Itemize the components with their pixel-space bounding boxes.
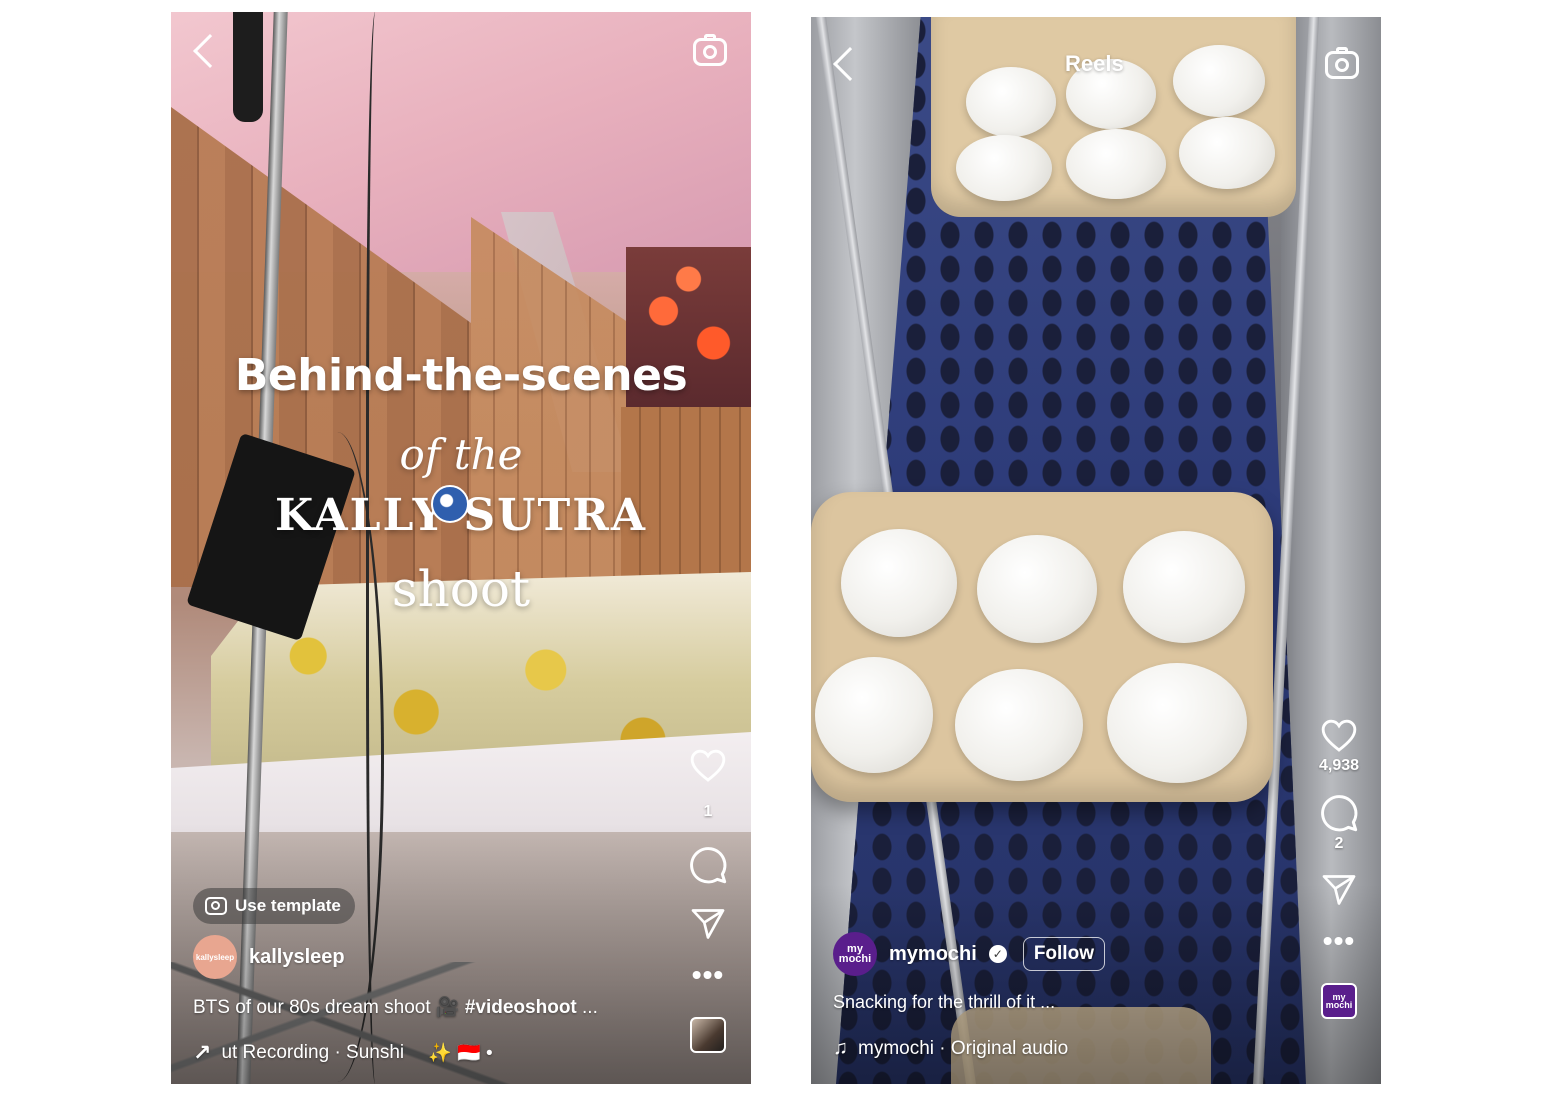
send-icon[interactable] <box>690 907 726 941</box>
caption-more[interactable]: ... <box>577 997 598 1018</box>
audio-thumbnail[interactable] <box>690 1017 726 1053</box>
audio-extras: ✨ 🇮🇩 • <box>428 1043 493 1064</box>
scene-mochi <box>977 535 1097 643</box>
like-count: 1 <box>703 803 713 820</box>
scene-mochi <box>1173 45 1265 117</box>
scene-mochi <box>1179 117 1275 189</box>
heart-icon[interactable] <box>1320 717 1358 753</box>
overlay-title-line2: of the <box>399 430 523 479</box>
avatar[interactable]: kallysleep <box>193 935 237 979</box>
overlay-title-line1: Behind-the-scenes <box>234 350 688 401</box>
more-icon[interactable]: ••• <box>692 961 724 989</box>
comment-icon[interactable] <box>688 845 728 885</box>
audio-text: ut Recording · Sunshi <box>221 1042 405 1063</box>
scene-mochi <box>1123 531 1245 643</box>
verified-icon: ✓ <box>988 945 1007 963</box>
camera-icon <box>205 897 227 915</box>
use-template-label: Use template <box>235 896 341 915</box>
comment-count: 2 <box>1334 835 1344 852</box>
audio-text: mymochi · Original audio <box>858 1037 1069 1059</box>
username[interactable]: mymochi <box>889 943 977 966</box>
action-rail: 4,938 2 ••• my mochi <box>1309 717 1369 1019</box>
audio-thumbnail[interactable]: my mochi <box>1321 983 1357 1019</box>
audio-row[interactable]: ♫ mymochi · Original audio <box>833 1037 1068 1060</box>
arrow-up-right-icon: ↗ <box>193 1040 212 1065</box>
scene-mochi <box>1066 129 1166 199</box>
page-title: Reels <box>1065 51 1124 76</box>
use-template-button[interactable]: Use template <box>193 888 355 924</box>
scene-mochi <box>966 67 1056 137</box>
audio-row[interactable]: ↗ ut Recording · Sunshi ✨ 🇮🇩 • <box>193 1040 493 1066</box>
camera-icon[interactable] <box>1325 47 1359 79</box>
username[interactable]: kallysleep <box>249 946 345 969</box>
overlay-title-line4: shoot <box>391 560 531 618</box>
scene-mochi <box>955 669 1083 781</box>
moon-badge-icon <box>431 485 469 523</box>
send-icon[interactable] <box>1321 873 1357 907</box>
scene-clamp <box>233 12 263 122</box>
comment-icon[interactable] <box>1319 793 1359 833</box>
follow-button[interactable]: Follow <box>1022 937 1105 971</box>
more-icon[interactable]: ••• <box>1323 927 1355 955</box>
reel-screen-left: Behind-the-scenes of the KALLY SUTRA sho… <box>171 12 751 1084</box>
music-note-icon: ♫ <box>833 1037 848 1059</box>
author-row: my mochi mymochi ✓ Follow <box>833 932 1105 976</box>
caption[interactable]: BTS of our 80s dream shoot 🎥 #videoshoot… <box>193 995 598 1019</box>
scene-mochi <box>815 657 933 773</box>
avatar[interactable]: my mochi <box>833 932 877 976</box>
scene-mochi <box>1107 663 1247 783</box>
scene-mochi <box>841 529 957 637</box>
author-row: kallysleep kallysleep <box>193 935 345 979</box>
caption-hashtag[interactable]: #videoshoot <box>465 997 577 1018</box>
heart-icon[interactable] <box>689 747 727 783</box>
caption[interactable]: Snacking for the thrill of it ... <box>833 992 1055 1013</box>
camera-icon[interactable] <box>693 34 727 66</box>
action-rail: 1 ••• <box>678 747 738 1053</box>
caption-text: BTS of our 80s dream shoot 🎥 <box>193 997 465 1018</box>
reel-screen-right: Reels 4,938 2 ••• my mochi my mochi mymo… <box>811 17 1381 1084</box>
scene-mochi <box>956 135 1052 201</box>
like-count: 4,938 <box>1318 757 1360 774</box>
